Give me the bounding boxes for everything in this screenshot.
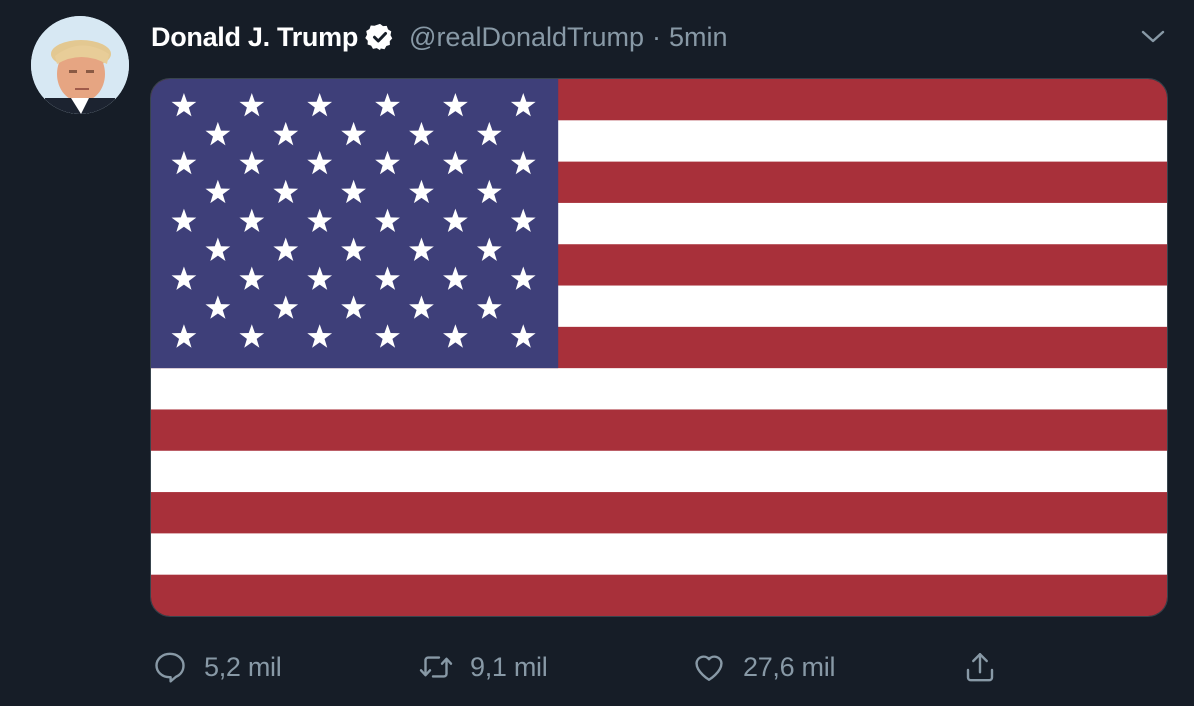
reply-button[interactable]: 5,2 mil: [152, 644, 282, 690]
american-flag-image: [151, 79, 1167, 616]
heart-icon: [691, 649, 727, 685]
tweet-media-image[interactable]: [150, 78, 1168, 617]
separator-dot: ·: [652, 21, 662, 52]
avatar[interactable]: [31, 16, 129, 114]
tweet-timestamp[interactable]: 5min: [669, 22, 728, 53]
like-count: 27,6 mil: [743, 651, 836, 682]
author-name[interactable]: Donald J. Trump: [151, 22, 358, 53]
reply-count: 5,2 mil: [204, 651, 282, 682]
like-button[interactable]: 27,6 mil: [691, 644, 835, 690]
tweet-header: Donald J. Trump @realDonaldTrump · 5min: [151, 17, 728, 57]
author-handle[interactable]: @realDonaldTrump: [409, 22, 644, 53]
tweet-actions: 5,2 mil 9,1 mil 27,6 mil: [0, 644, 1194, 690]
tweet[interactable]: Donald J. Trump @realDonaldTrump · 5min …: [0, 0, 1194, 706]
share-button[interactable]: [962, 644, 998, 690]
retweet-icon: [418, 649, 454, 685]
reply-icon: [152, 649, 188, 685]
verified-badge-icon: [365, 22, 395, 52]
retweet-button[interactable]: 9,1 mil: [418, 644, 548, 690]
chevron-down-icon[interactable]: [1138, 24, 1168, 48]
share-icon: [962, 649, 998, 685]
avatar-image: [31, 16, 129, 114]
retweet-count: 9,1 mil: [470, 651, 548, 682]
